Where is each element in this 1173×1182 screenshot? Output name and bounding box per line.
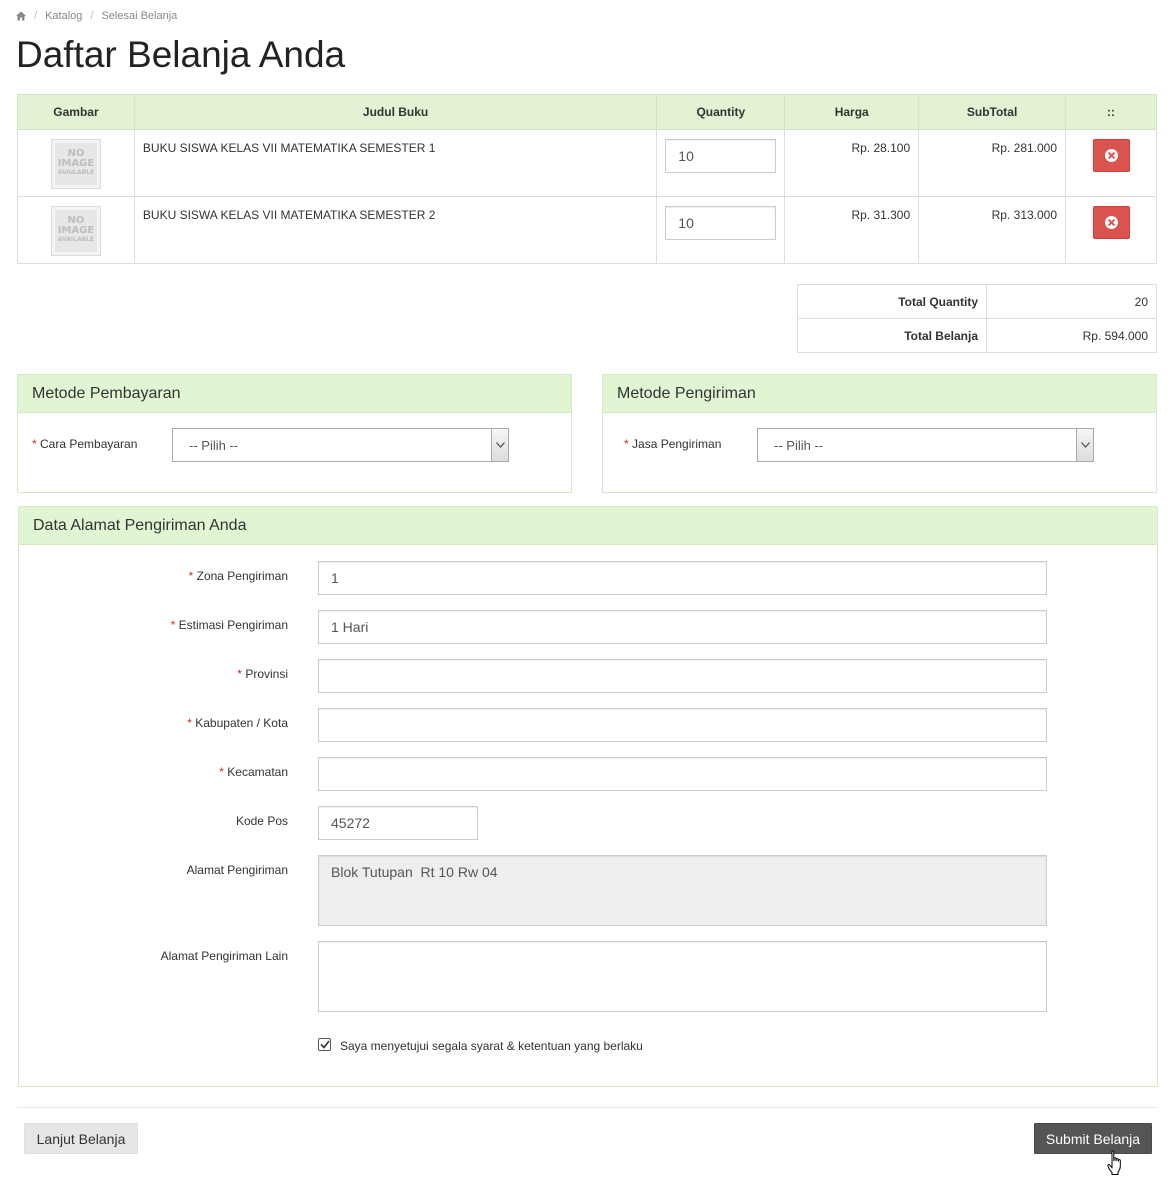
alamat-label: Alamat Pengiriman bbox=[186, 863, 288, 877]
breadcrumb-separator: / bbox=[34, 10, 38, 22]
total-amount-value: Rp. 594.000 bbox=[986, 318, 1157, 353]
chevron-down-icon bbox=[491, 429, 508, 461]
alamat-lain-textarea[interactable] bbox=[318, 941, 1047, 1012]
payment-method-panel: Metode Pembayaran * Cara Pembayaran -- P… bbox=[17, 374, 572, 493]
kabupaten-label: Kabupaten / Kota bbox=[195, 716, 288, 730]
shipping-address-heading: Data Alamat Pengiriman Anda bbox=[19, 507, 1157, 545]
alamat-textarea[interactable]: Blok Tutupan Rt 10 Rw 04 bbox=[318, 855, 1047, 926]
no-image-placeholder: NO IMAGE AVAILABLE bbox=[50, 206, 101, 256]
kodepos-input[interactable] bbox=[318, 806, 478, 840]
col-header-harga: Harga bbox=[784, 94, 920, 130]
submit-order-button[interactable]: Submit Belanja bbox=[1034, 1123, 1152, 1154]
kecamatan-label: Kecamatan bbox=[227, 765, 288, 779]
estimasi-input[interactable] bbox=[318, 610, 1047, 644]
subtotal-cell: Rp. 281.000 bbox=[918, 129, 1067, 197]
remove-item-button[interactable] bbox=[1092, 139, 1130, 172]
cart-table: Gambar Judul Buku Quantity Harga SubTota… bbox=[17, 94, 1157, 264]
divider bbox=[17, 1107, 1157, 1108]
total-amount-label: Total Belanja bbox=[797, 318, 987, 353]
remove-icon bbox=[1104, 216, 1118, 229]
required-mark: * bbox=[187, 716, 192, 730]
page-title: Daftar Belanja Anda bbox=[16, 34, 346, 75]
no-image-placeholder: NO IMAGE AVAILABLE bbox=[50, 139, 101, 189]
total-quantity-value: 20 bbox=[986, 284, 1157, 319]
quantity-input[interactable] bbox=[665, 206, 777, 240]
book-title: BUKU SISWA KELAS VII MATEMATIKA SEMESTER… bbox=[133, 196, 658, 264]
breadcrumb-item-selesai-belanja: Selesai Belanja bbox=[101, 10, 178, 22]
provinsi-label: Provinsi bbox=[245, 667, 288, 681]
required-mark: * bbox=[170, 618, 176, 632]
required-mark: * bbox=[188, 569, 194, 583]
shipping-method-selected: -- Pilih -- bbox=[774, 437, 824, 453]
col-header-quantity: Quantity bbox=[656, 94, 786, 130]
hand-pointer-icon bbox=[1107, 1150, 1121, 1175]
required-mark: * bbox=[624, 437, 629, 451]
table-row: NO IMAGE AVAILABLE BUKU SISWA KELAS VII MA… bbox=[17, 196, 1157, 264]
terms-checkbox[interactable] bbox=[318, 1038, 331, 1051]
continue-shopping-button[interactable]: Lanjut Belanja bbox=[24, 1123, 138, 1154]
col-header-judul-buku: Judul Buku bbox=[133, 94, 658, 130]
breadcrumb-item-katalog[interactable]: Katalog bbox=[45, 10, 82, 22]
kabupaten-input[interactable] bbox=[318, 708, 1047, 742]
table-row: NO IMAGE AVAILABLE BUKU SISWA KELAS VII MA… bbox=[17, 129, 1157, 197]
col-header-gambar: Gambar bbox=[17, 94, 135, 130]
estimasi-label: Estimasi Pengiriman bbox=[178, 618, 288, 632]
chevron-down-icon bbox=[1076, 429, 1093, 461]
provinsi-input[interactable] bbox=[318, 659, 1047, 693]
required-mark: * bbox=[237, 667, 242, 681]
payment-method-select[interactable]: -- Pilih -- bbox=[172, 428, 509, 462]
terms-label[interactable]: Saya menyetujui segala syarat & ketentua… bbox=[340, 1039, 643, 1053]
shipping-method-panel: Metode Pengiriman * Jasa Pengiriman -- P… bbox=[602, 374, 1157, 493]
breadcrumb-separator: / bbox=[90, 10, 94, 22]
payment-method-heading: Metode Pembayaran bbox=[18, 375, 571, 413]
required-mark: * bbox=[32, 437, 37, 451]
col-header-subtotal: SubTotal bbox=[918, 94, 1067, 130]
shipping-method-heading: Metode Pengiriman bbox=[603, 375, 1156, 413]
zona-input[interactable] bbox=[318, 561, 1047, 595]
breadcrumb: / Katalog / Selesai Belanja bbox=[16, 8, 177, 24]
price-cell: Rp. 31.300 bbox=[784, 196, 920, 264]
subtotal-cell: Rp. 313.000 bbox=[918, 196, 1067, 264]
shipping-method-label: Jasa Pengiriman bbox=[632, 437, 722, 451]
checkmark-icon bbox=[319, 1040, 330, 1049]
payment-method-selected: -- Pilih -- bbox=[189, 437, 239, 453]
remove-item-button[interactable] bbox=[1092, 206, 1130, 239]
remove-icon bbox=[1104, 149, 1118, 162]
cart-header-row: Gambar Judul Buku Quantity Harga SubTota… bbox=[17, 94, 1157, 130]
alamat-lain-label: Alamat Pengiriman Lain bbox=[160, 949, 288, 963]
kodepos-label: Kode Pos bbox=[235, 814, 288, 828]
col-header-actions: :: bbox=[1065, 94, 1157, 130]
total-quantity-label: Total Quantity bbox=[797, 284, 987, 319]
home-icon[interactable] bbox=[16, 11, 26, 21]
shipping-method-select[interactable]: -- Pilih -- bbox=[757, 428, 1094, 462]
totals-table: Total Quantity 20 Total Belanja Rp. 594.… bbox=[797, 284, 1157, 353]
kecamatan-input[interactable] bbox=[318, 757, 1047, 791]
required-mark: * bbox=[219, 765, 224, 779]
zona-label: Zona Pengiriman bbox=[196, 569, 288, 583]
price-cell: Rp. 28.100 bbox=[784, 129, 920, 197]
quantity-input[interactable] bbox=[665, 139, 777, 173]
book-title: BUKU SISWA KELAS VII MATEMATIKA SEMESTER… bbox=[133, 129, 658, 197]
payment-method-label: Cara Pembayaran bbox=[40, 437, 138, 451]
